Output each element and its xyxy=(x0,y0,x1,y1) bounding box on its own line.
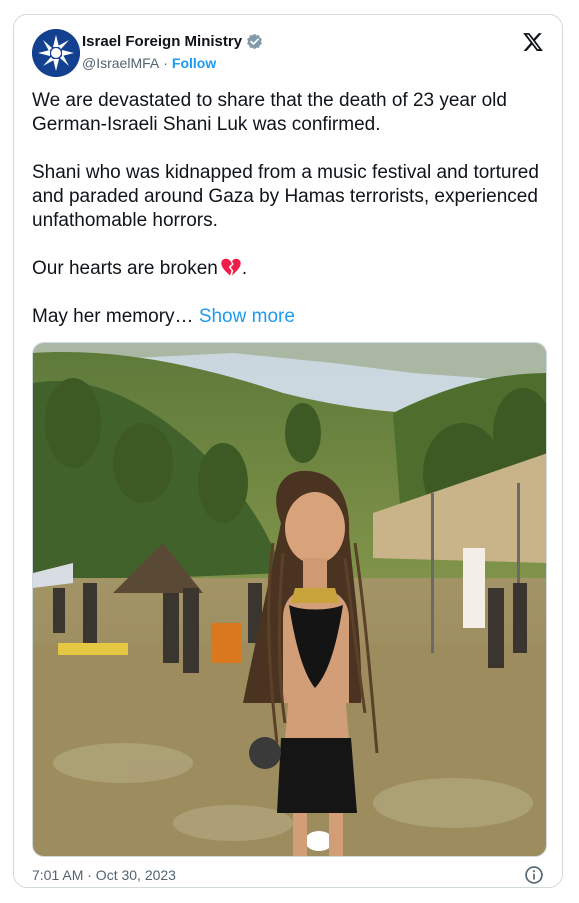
tweet-photo[interactable] xyxy=(32,342,547,857)
tweet-text: We are devastated to share that the deat… xyxy=(32,89,547,353)
follow-button[interactable]: Follow xyxy=(172,55,216,71)
avatar[interactable] xyxy=(32,29,80,77)
x-logo-icon[interactable] xyxy=(522,31,544,53)
account-name[interactable]: Israel Foreign Ministry xyxy=(82,33,242,50)
broken-heart-icon xyxy=(221,258,241,276)
tweet-paragraph: Shani who was kidnapped from a music fes… xyxy=(32,162,539,231)
tweet-card: Israel Foreign Ministry @IsraelMFA · Follo… xyxy=(13,14,563,888)
show-more-link[interactable]: Show more xyxy=(199,306,295,327)
tweet-paragraph-truncated: May her memory… Show more xyxy=(32,305,547,329)
account-handle[interactable]: @IsraelMFA xyxy=(82,55,159,71)
festival-photo-image xyxy=(33,343,546,856)
info-icon[interactable] xyxy=(524,865,544,885)
tweet-timestamp[interactable]: 7:01 AM · Oct 30, 2023 xyxy=(32,867,176,883)
truncated-text: May her memory… xyxy=(32,306,194,327)
hearts-text: Our hearts are broken xyxy=(32,258,218,279)
account-name-row[interactable]: Israel Foreign Ministry xyxy=(82,33,263,50)
verified-badge-icon xyxy=(247,33,262,50)
tweet-paragraph-hearts: Our hearts are broken. xyxy=(32,257,547,281)
tweet-paragraph: We are devastated to share that the deat… xyxy=(32,90,507,135)
hearts-period: . xyxy=(241,258,248,279)
separator: · xyxy=(163,55,168,71)
ministry-emblem-icon xyxy=(32,29,80,77)
handle-row: @IsraelMFA · Follow xyxy=(82,55,216,71)
